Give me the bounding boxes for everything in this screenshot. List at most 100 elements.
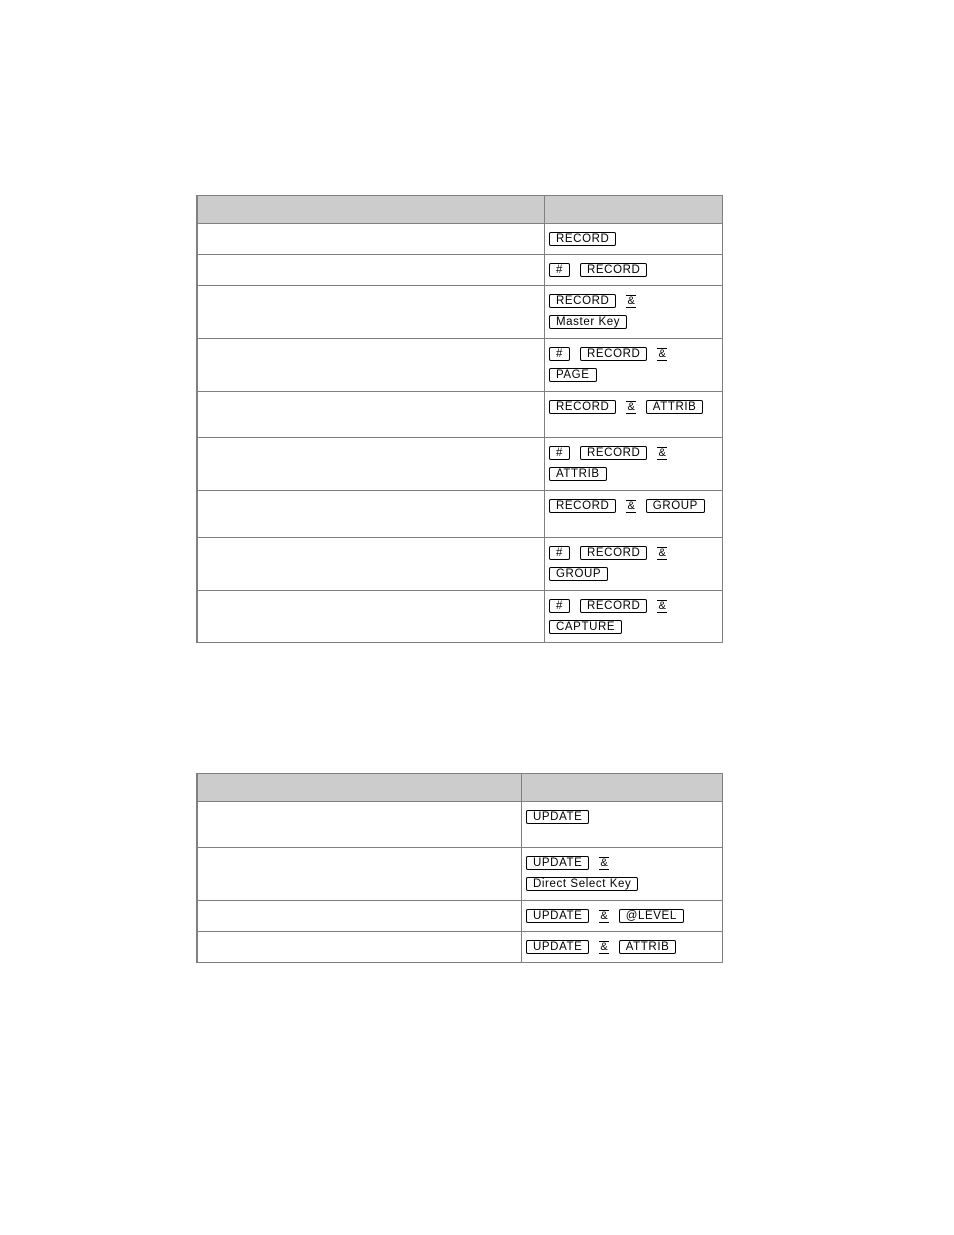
key-level: @LEVEL <box>618 909 684 923</box>
key-record: RECORD <box>549 400 617 414</box>
key-record: RECORD <box>580 347 648 361</box>
row-description <box>196 931 522 963</box>
key-line: RECORD & <box>549 291 722 312</box>
key-sequence: # RECORD & GROUP <box>544 537 723 591</box>
key-line: # RECORD & <box>549 596 722 617</box>
header-description <box>196 773 522 802</box>
key-sequence: # RECORD <box>544 254 723 286</box>
key-line: RECORD & ATTRIB <box>549 397 722 418</box>
row-description <box>196 391 545 438</box>
and-symbol: & <box>657 348 667 361</box>
and-symbol: & <box>626 500 636 513</box>
and-symbol: & <box>657 447 667 460</box>
and-symbol: & <box>599 857 609 870</box>
table-row: # RECORD & ATTRIB <box>196 437 723 491</box>
key-sequence: RECORD & ATTRIB <box>544 391 723 438</box>
table-row: UPDATE & Direct Select Key <box>196 847 723 901</box>
key-attrib: ATTRIB <box>549 467 607 481</box>
row-description <box>196 490 545 538</box>
key-line: PAGE <box>549 365 722 386</box>
key-attrib: ATTRIB <box>645 400 704 414</box>
key-sequence: UPDATE <box>521 801 723 848</box>
key-update: UPDATE <box>526 810 590 824</box>
row-description <box>196 338 545 392</box>
table-row: # RECORD & GROUP <box>196 537 723 591</box>
key-line: # RECORD & <box>549 443 722 464</box>
key-line: UPDATE & <box>526 853 722 874</box>
and-symbol: & <box>657 600 667 613</box>
key-line: # RECORD & <box>549 344 722 365</box>
key-sequence: RECORD & GROUP <box>544 490 723 538</box>
header-description <box>196 195 545 224</box>
table-row: UPDATE & ATTRIB <box>196 931 723 963</box>
key-group: GROUP <box>549 567 609 581</box>
key-page: PAGE <box>549 368 597 382</box>
key-attrib: ATTRIB <box>618 940 677 954</box>
key-hash: # <box>549 263 570 277</box>
key-line: RECORD <box>549 229 722 250</box>
key-group: GROUP <box>645 499 705 513</box>
table-row: # RECORD & CAPTURE <box>196 590 723 643</box>
key-line: GROUP <box>549 564 722 585</box>
key-sequence: # RECORD & PAGE <box>544 338 723 392</box>
key-hash: # <box>549 347 570 361</box>
key-record: RECORD <box>549 232 617 246</box>
key-sequence: UPDATE & @LEVEL <box>521 900 723 932</box>
table-header-row <box>196 773 723 802</box>
table-row: RECORD <box>196 223 723 255</box>
table-row: RECORD & Master Key <box>196 285 723 339</box>
key-sequence: # RECORD & CAPTURE <box>544 590 723 643</box>
key-line: CAPTURE <box>549 617 722 638</box>
key-line: # RECORD & <box>549 543 722 564</box>
key-hash: # <box>549 599 570 613</box>
key-update: UPDATE <box>526 856 590 870</box>
row-description <box>196 801 522 848</box>
and-symbol: & <box>599 941 609 954</box>
key-direct-select-key: Direct Select Key <box>526 877 639 891</box>
key-line: Direct Select Key <box>526 874 722 895</box>
row-description <box>196 537 545 591</box>
key-update: UPDATE <box>526 940 590 954</box>
table-row: UPDATE <box>196 801 723 848</box>
table-header-row <box>196 195 723 224</box>
record-keys-table: RECORD # RECORD RECORD & Master Key # RECORD & PA… <box>196 195 723 643</box>
row-description <box>196 223 545 255</box>
key-hash: # <box>549 546 570 560</box>
table-row: UPDATE & @LEVEL <box>196 900 723 932</box>
key-line: Master Key <box>549 312 722 333</box>
key-record: RECORD <box>580 263 648 277</box>
header-keys <box>544 195 723 224</box>
row-description <box>196 590 545 643</box>
and-symbol: & <box>626 295 636 308</box>
and-symbol: & <box>657 547 667 560</box>
key-record: RECORD <box>580 599 648 613</box>
key-line: UPDATE & ATTRIB <box>526 937 722 958</box>
key-line: UPDATE <box>526 807 722 828</box>
row-description <box>196 847 522 901</box>
key-record: RECORD <box>580 446 648 460</box>
and-symbol: & <box>626 401 636 414</box>
key-capture: CAPTURE <box>549 620 623 634</box>
key-line: ATTRIB <box>549 464 722 485</box>
key-update: UPDATE <box>526 909 590 923</box>
key-sequence: # RECORD & ATTRIB <box>544 437 723 491</box>
key-sequence: RECORD <box>544 223 723 255</box>
key-sequence: RECORD & Master Key <box>544 285 723 339</box>
key-sequence: UPDATE & ATTRIB <box>521 931 723 963</box>
update-keys-table: UPDATE UPDATE & Direct Select Key UPDATE & @LE… <box>196 773 723 963</box>
key-record: RECORD <box>580 546 648 560</box>
key-hash: # <box>549 446 570 460</box>
row-description <box>196 900 522 932</box>
key-record: RECORD <box>549 294 617 308</box>
row-description <box>196 437 545 491</box>
and-symbol: & <box>599 910 609 923</box>
row-description <box>196 254 545 286</box>
key-line: UPDATE & @LEVEL <box>526 906 722 927</box>
table-row: RECORD & ATTRIB <box>196 391 723 438</box>
table-row: # RECORD <box>196 254 723 286</box>
key-line: RECORD & GROUP <box>549 496 722 517</box>
header-keys <box>521 773 723 802</box>
table-row: # RECORD & PAGE <box>196 338 723 392</box>
key-sequence: UPDATE & Direct Select Key <box>521 847 723 901</box>
row-description <box>196 285 545 339</box>
